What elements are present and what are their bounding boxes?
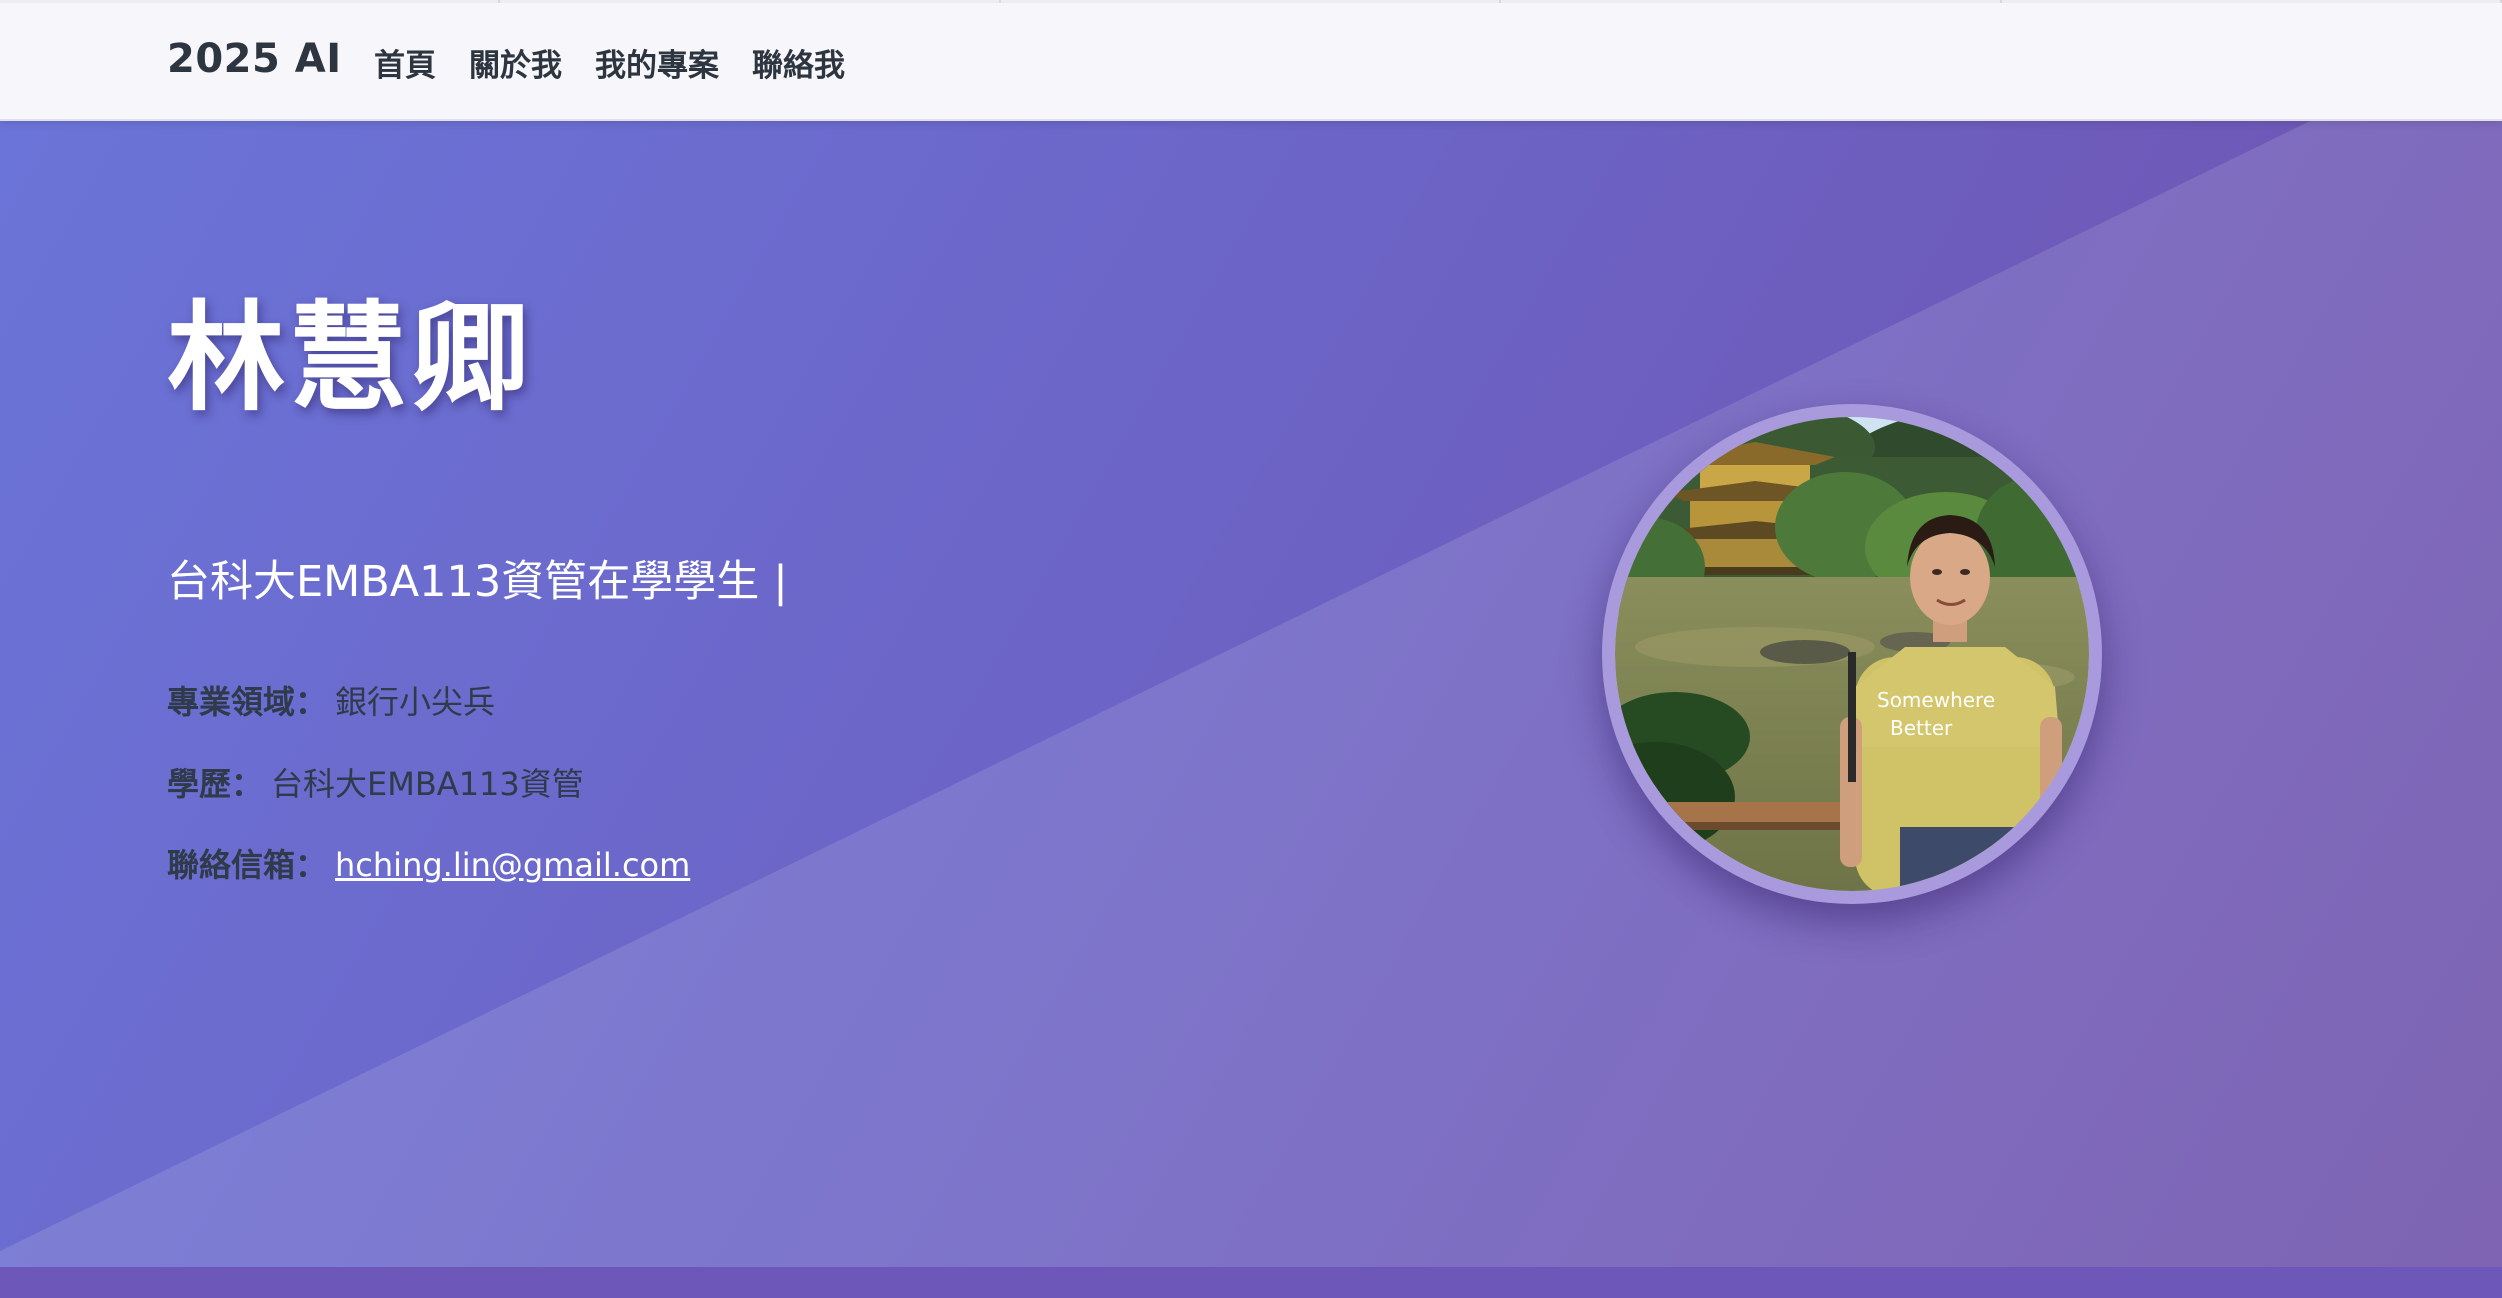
brand-logo[interactable]: 2025 AI [167, 36, 342, 82]
info-email-row: 聯絡信箱： hching.lin@gmail.com [167, 840, 690, 886]
profile-avatar: Somewhere Better [1615, 417, 2089, 891]
profile-subtitle: 台科大EMBA113資管在學學生 | [167, 547, 788, 609]
info-education-row: 學歷： 台科大EMBA113資管 [167, 759, 584, 805]
email-label: 聯絡信箱： [167, 846, 328, 884]
nav-link-contact[interactable]: 聯絡我 [752, 40, 845, 85]
info-field-row: 專業領域： 銀行小尖兵 [167, 677, 495, 723]
email-link[interactable]: hching.lin@gmail.com [335, 846, 690, 884]
subtitle-text: 台科大EMBA113資管在學學生 [167, 557, 760, 607]
nav-links: 首頁 關於我 我的專案 聯絡我 [374, 40, 845, 85]
nav-link-about[interactable]: 關於我 [469, 40, 562, 85]
nav-link-home[interactable]: 首頁 [374, 40, 436, 85]
field-label: 專業領域： [167, 683, 328, 721]
field-value: 銀行小尖兵 [335, 683, 496, 721]
education-value: 台科大EMBA113資管 [271, 765, 584, 803]
hero-bottom-band [0, 1267, 2502, 1298]
browser-tab-strip [0, 0, 2502, 5]
nav-link-projects[interactable]: 我的專案 [595, 40, 719, 85]
top-navbar: 2025 AI 首頁 關於我 我的專案 聯絡我 [0, 0, 2502, 121]
shirt-text-line1: Somewhere [1877, 688, 1995, 712]
avatar-photo: Somewhere Better [1615, 417, 2089, 891]
avatar-ring: Somewhere Better [1602, 404, 2102, 904]
shirt-text-line2: Better [1890, 716, 1953, 740]
education-label: 學歷： [167, 765, 264, 803]
typing-cursor: | [773, 557, 788, 607]
profile-name: 林慧卿 [167, 289, 534, 427]
